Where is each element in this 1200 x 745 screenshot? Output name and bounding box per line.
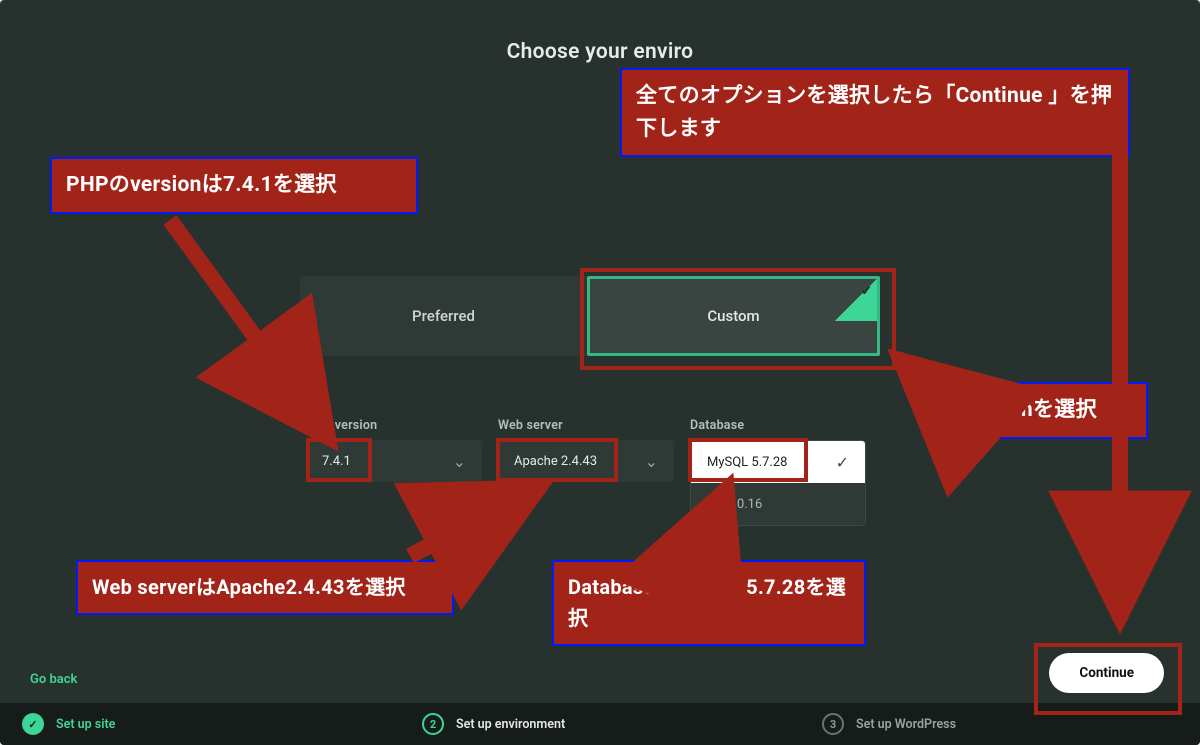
progress-steps: ✓ Set up site 2 Set up environment 3 Set…	[0, 703, 1200, 745]
label-php-version: PHP version	[306, 418, 377, 433]
tab-custom[interactable]: Custom ✓	[587, 276, 880, 356]
annotation-continue: 全てのオプションを選択したら「Continue 」を押下します	[620, 68, 1130, 157]
step-3: 3 Set up WordPress	[800, 713, 1200, 735]
annotation-webserver: Web serverはApache2.4.43を選択	[76, 560, 454, 615]
go-back-link[interactable]: Go back	[30, 672, 77, 687]
database-option-selected[interactable]: MySQL 5.7.28 ✓	[691, 441, 865, 483]
step-2: 2 Set up environment	[400, 713, 800, 735]
step-number-icon: 3	[822, 713, 844, 735]
tab-preferred-label: Preferred	[412, 307, 475, 325]
select-web-value: Apache 2.4.43	[514, 454, 597, 469]
step-1: ✓ Set up site	[0, 713, 400, 735]
check-icon: ✓	[836, 453, 849, 472]
chevron-down-icon: ⌄	[645, 452, 658, 471]
continue-button[interactable]: Continue	[1049, 653, 1164, 693]
step-2-label: Set up environment	[456, 717, 565, 732]
annotation-php: PHPのversionは7.4.1を選択	[50, 157, 418, 214]
label-database: Database	[690, 418, 744, 433]
select-database-dropdown: MySQL 5.7.28 ✓ QL 8.0.16	[690, 440, 866, 526]
step-number-icon: 2	[422, 713, 444, 735]
select-php-value: 7.4.1	[322, 454, 351, 469]
tab-custom-label: Custom	[707, 307, 759, 325]
database-option-label: QL 8.0.16	[707, 497, 762, 512]
database-option-label: MySQL 5.7.28	[707, 455, 787, 470]
select-php-version[interactable]: 7.4.1 ⌄	[306, 440, 482, 482]
app-window: Choose your enviro Preferred Custom ✓ PH…	[0, 0, 1200, 745]
database-option[interactable]: QL 8.0.16	[691, 483, 865, 525]
label-web-server: Web server	[498, 418, 563, 433]
step-1-label: Set up site	[56, 717, 115, 732]
page-title: Choose your enviro	[0, 40, 1200, 64]
select-web-server[interactable]: Apache 2.4.43 ⌄	[498, 440, 674, 482]
annotation-custom: Customを選択	[942, 382, 1148, 439]
step-done-icon: ✓	[22, 713, 44, 735]
environment-tabs: Preferred Custom ✓	[300, 276, 880, 356]
annotation-database: DatabaseはMySQL 5.7.28を選択	[552, 560, 866, 646]
chevron-down-icon: ⌄	[453, 452, 466, 471]
tab-preferred[interactable]: Preferred	[300, 276, 587, 356]
check-icon: ✓	[861, 284, 872, 299]
step-3-label: Set up WordPress	[856, 717, 956, 732]
